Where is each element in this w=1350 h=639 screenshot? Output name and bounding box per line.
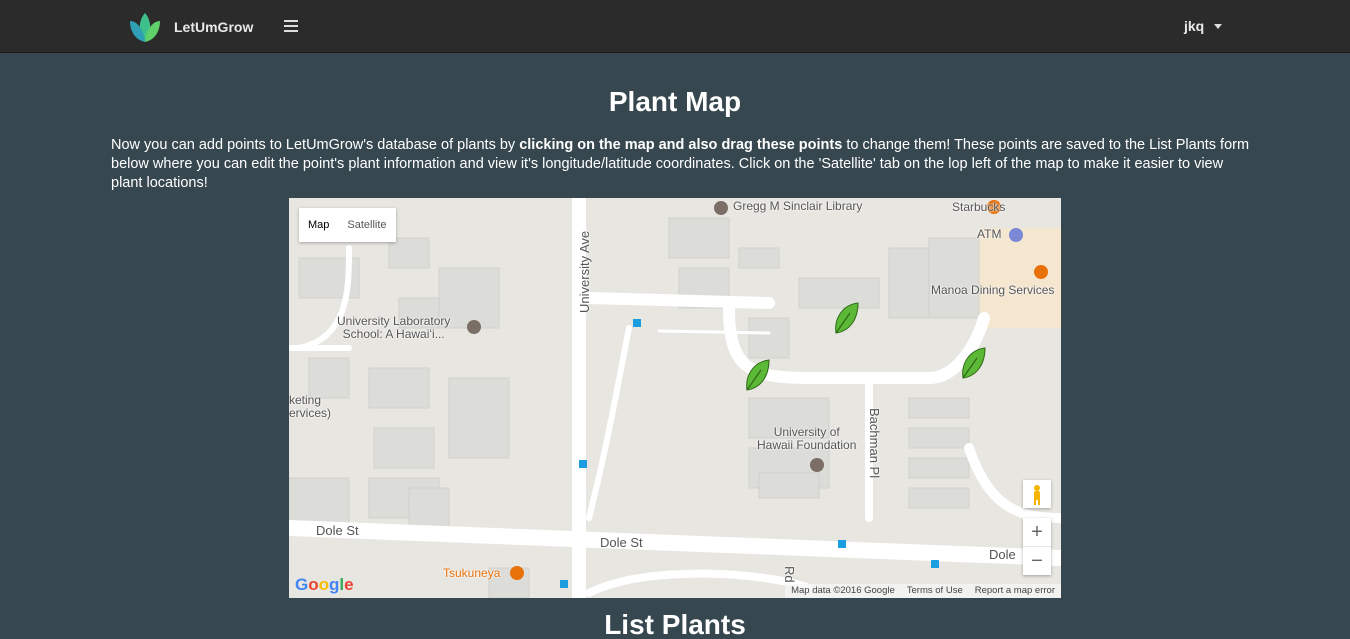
plant-marker-icon[interactable] <box>832 301 860 335</box>
map-label-atm: ATM <box>977 227 1002 241</box>
menu-toggle-icon[interactable] <box>284 20 298 32</box>
map-data-credit: Map data ©2016 Google <box>791 585 895 596</box>
list-plants-title: List Plants <box>604 609 746 639</box>
plant-map[interactable]: Gregg M Sinclair Library Starbucks ATM M… <box>289 198 1061 598</box>
map-label-tsukuneya: Tsukuneya <box>443 566 501 580</box>
street-rd: Rd <box>782 566 797 583</box>
report-map-error-link[interactable]: Report a map error <box>975 584 1055 598</box>
navbar: LetUmGrow jkq <box>0 0 1350 53</box>
zoom-in-button[interactable]: + <box>1023 518 1051 546</box>
map-tiles <box>289 198 1061 598</box>
street-university-ave: University Ave <box>577 230 592 313</box>
page-title: Plant Map <box>608 86 742 117</box>
zoom-out-button[interactable]: − <box>1023 547 1051 575</box>
street-bachman: Bachman Pl <box>867 408 882 479</box>
map-label-foundation: University of Hawaii Foundation <box>757 425 857 452</box>
terms-of-use-link[interactable]: Terms of Use <box>907 584 963 598</box>
street-dole-west: Dole St <box>316 523 359 538</box>
zoom-control: + − <box>1023 518 1051 575</box>
map-type-control: Map Satellite <box>299 208 396 242</box>
user-dropdown[interactable]: jkq <box>1184 18 1223 34</box>
street-view-pegman-icon[interactable] <box>1023 480 1051 508</box>
street-dole-mid: Dole St <box>600 535 643 550</box>
intro-part1: Now you can add points to LetUmGrow's da… <box>111 137 520 153</box>
lotus-logo-icon <box>130 13 160 42</box>
brand-link[interactable]: LetUmGrow <box>126 9 253 45</box>
plant-marker-icon[interactable] <box>959 346 987 380</box>
map-type-satellite-button[interactable]: Satellite <box>338 208 395 242</box>
user-name: jkq <box>1184 18 1205 34</box>
map-label-dining: Manoa Dining Services <box>931 283 1055 297</box>
map-label-starbucks: Starbucks <box>952 200 1006 214</box>
intro-bold: clicking on the map and also drag these … <box>519 137 843 153</box>
caret-down-icon <box>1214 23 1223 29</box>
map-type-map-button[interactable]: Map <box>299 208 338 242</box>
map-attribution: Map data ©2016 Google Terms of Use Repor… <box>785 584 1061 598</box>
map-label-lab-school: University Laboratory School: A Hawaiʻi.… <box>337 314 451 341</box>
intro-text: Now you can add points to LetUmGrow's da… <box>111 136 1251 193</box>
google-logo[interactable]: Google <box>295 575 354 595</box>
map-label-library: Gregg M Sinclair Library <box>733 199 863 213</box>
street-dole-east: Dole <box>989 547 1016 562</box>
plant-marker-icon[interactable] <box>743 358 771 392</box>
map-label-marketing: keting ervices) <box>289 393 332 420</box>
brand-name: LetUmGrow <box>174 19 254 35</box>
